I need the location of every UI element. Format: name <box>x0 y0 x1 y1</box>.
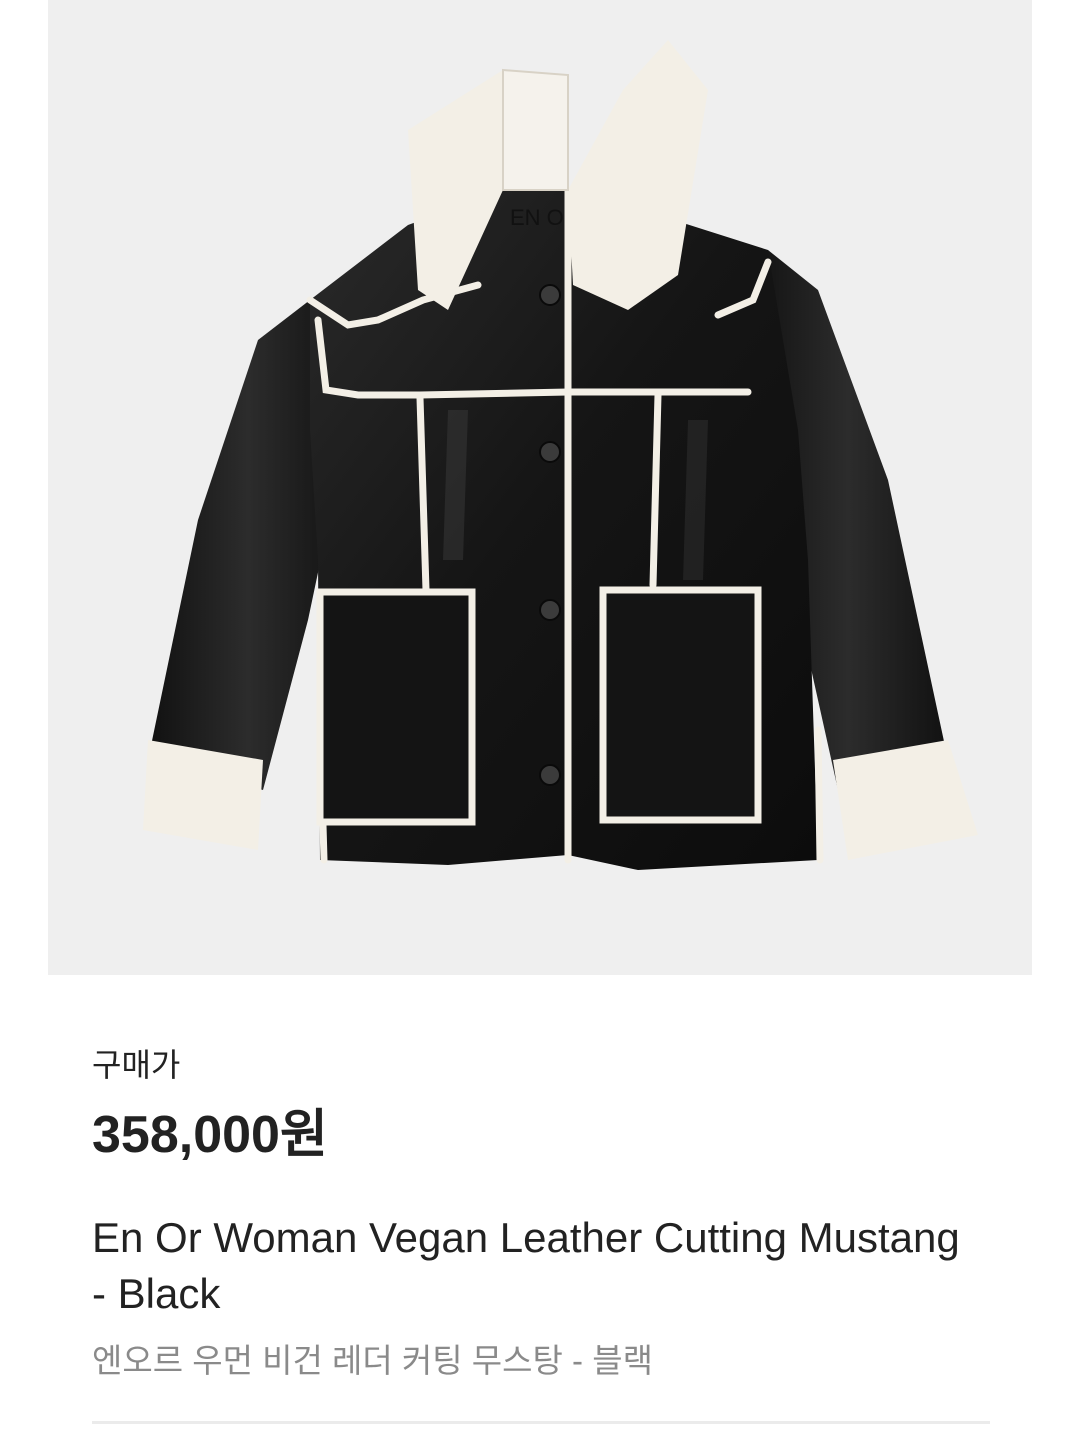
price-label: 구매가 <box>92 1047 181 1083</box>
product-price: 358,000원 <box>92 1106 328 1164</box>
jacket-label-text: EN O <box>510 205 564 230</box>
section-divider <box>92 1421 990 1424</box>
product-image[interactable]: EN O <box>48 0 1032 975</box>
jacket-illustration: EN O <box>143 40 978 870</box>
product-name-korean: 엔오르 우먼 비건 레더 커팅 무스탕 - 블랙 <box>92 1342 653 1379</box>
product-name-english[interactable]: En Or Woman Vegan Leather Cutting Mustan… <box>92 1210 972 1322</box>
